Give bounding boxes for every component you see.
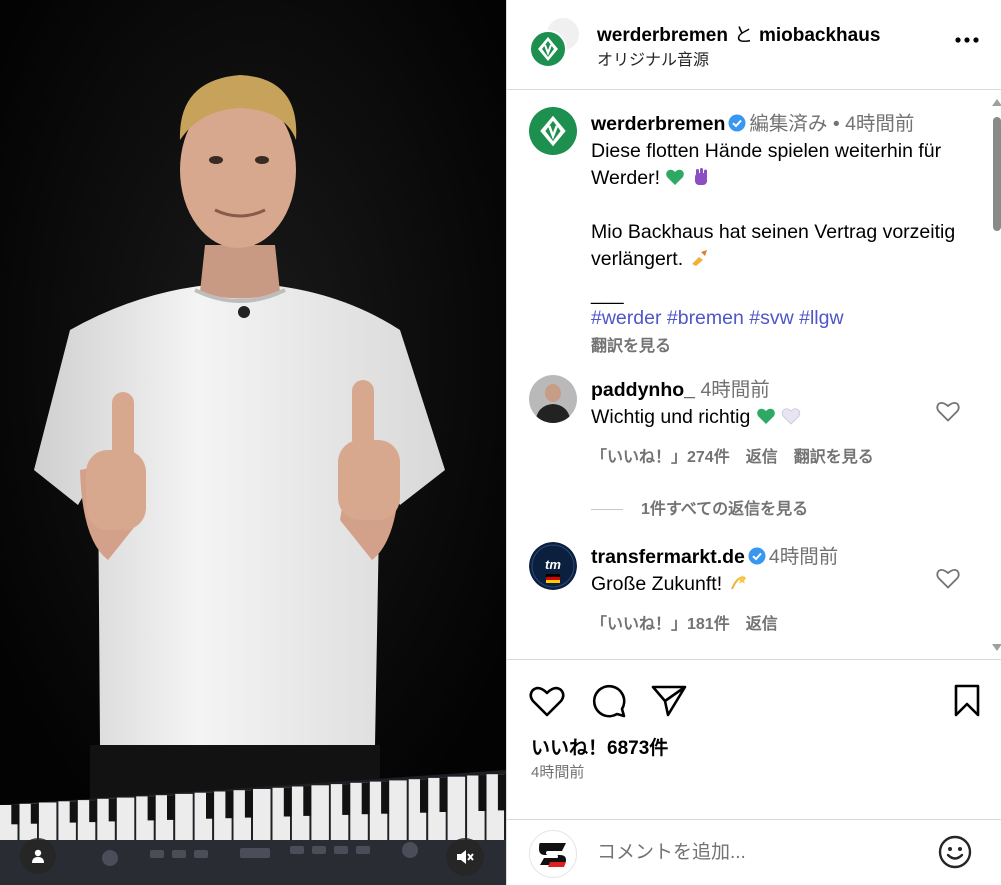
save-button[interactable] xyxy=(947,682,987,720)
piano-white-key xyxy=(447,776,466,840)
piano-white-key xyxy=(116,797,135,840)
avatar-photo-paddynho xyxy=(529,375,577,423)
paper-plane-icon xyxy=(651,685,687,717)
more-options-button[interactable] xyxy=(953,26,981,54)
transfermarkt-logo-icon: tm xyxy=(529,542,577,590)
comments-scroll-area[interactable]: werderbremen 編集済み • 4時間前 Diese flotten Hä… xyxy=(507,91,1001,659)
caption-avatar[interactable] xyxy=(529,107,577,155)
audio-link[interactable]: オリジナル音源 xyxy=(597,46,709,70)
view-replies-button[interactable]: 1件すべての返信を見る xyxy=(591,495,808,519)
comment-body: Große Zukunft! xyxy=(591,573,723,595)
caption-separator: ___ xyxy=(591,283,624,305)
speaker-muted-icon xyxy=(457,850,474,864)
caption-username[interactable]: werderbremen xyxy=(591,113,725,135)
avatar-werderbremen[interactable] xyxy=(529,30,567,68)
post-likes-count[interactable]: いいね！6873件 xyxy=(531,733,668,760)
comment-reply-button[interactable]: 返信 xyxy=(746,616,778,633)
caption-hashtags: #werder #bremen #svw #llgw xyxy=(591,305,971,332)
comment-text: paddynho_ 4時間前 Wichtig und richtig xyxy=(591,377,921,431)
header-user-miobackhaus[interactable]: miobackhaus xyxy=(759,25,880,46)
comment-like-heart-icon[interactable] xyxy=(935,399,961,423)
caption-meta-line: werderbremen 編集済み • 4時間前 xyxy=(591,111,971,138)
comment-bubble-icon xyxy=(592,684,626,718)
writing-hand-icon xyxy=(691,250,707,266)
comment-button[interactable] xyxy=(589,682,629,720)
bookmark-icon xyxy=(954,684,980,717)
hashtag-llgw[interactable]: #llgw xyxy=(799,307,843,329)
comment-translate-button[interactable]: 翻訳を見る xyxy=(794,449,874,466)
comment-body: Wichtig und richtig xyxy=(591,406,751,428)
header-user-werderbremen[interactable]: werderbremen xyxy=(597,25,728,46)
green-heart-icon xyxy=(756,408,775,424)
add-comment-bar xyxy=(507,819,1001,885)
like-button[interactable] xyxy=(527,682,567,720)
comment-input[interactable] xyxy=(597,836,927,870)
post-header: werderbremen と miobackhaus オリジナル音源 xyxy=(507,0,1001,90)
comment-time[interactable]: 4時間前 xyxy=(700,379,769,401)
comment-text: transfermarkt.de 4時間前 Große Zukunft! xyxy=(591,544,921,598)
video-frame-image xyxy=(0,0,506,885)
piano-white-key xyxy=(389,780,407,840)
purple-hand-icon xyxy=(694,168,707,185)
comment-actions: 「いいね！」274件 返信 翻訳を見る xyxy=(591,443,890,467)
view-replies-label: 1件すべての返信を見る xyxy=(641,501,809,518)
comment-like-heart-icon[interactable] xyxy=(935,566,961,590)
caption-edited: 編集済み xyxy=(749,113,828,135)
piano-white-key xyxy=(253,789,271,840)
piano-white-key xyxy=(38,802,57,840)
mute-button[interactable] xyxy=(446,838,484,876)
caption-text: werderbremen 編集済み • 4時間前 Diese flotten Hä… xyxy=(591,111,971,360)
reel-video[interactable] xyxy=(0,0,506,885)
comment-reply-button[interactable]: 返信 xyxy=(746,449,778,466)
caption-line-1-text: Diese flotten Hände spielen weiterhin fü… xyxy=(591,140,942,189)
verified-badge-icon xyxy=(728,114,746,132)
smiley-icon xyxy=(938,835,972,869)
current-user-avatar[interactable] xyxy=(529,830,577,878)
comment-username[interactable]: paddynho_ xyxy=(591,379,695,401)
svg-text:tm: tm xyxy=(545,557,561,572)
header-usernames: werderbremen と miobackhaus xyxy=(597,20,880,47)
caption-time[interactable]: 4時間前 xyxy=(845,113,914,135)
werder-logo-icon xyxy=(538,37,558,61)
white-heart-icon xyxy=(781,408,801,425)
hashtag-bremen[interactable]: #bremen xyxy=(667,307,744,329)
caption-dot: • xyxy=(832,113,840,135)
replies-divider xyxy=(591,509,623,511)
tagged-users-button[interactable] xyxy=(20,838,56,874)
piano-white-key xyxy=(311,785,329,840)
post-actions: いいね！6873件 4時間前 xyxy=(507,659,1001,819)
share-button[interactable] xyxy=(649,682,689,720)
comment-actions: 「いいね！」181件 返信 xyxy=(591,610,794,634)
comment-time[interactable]: 4時間前 xyxy=(769,546,838,568)
hashtag-werder[interactable]: #werder xyxy=(591,307,661,329)
green-heart-icon xyxy=(666,169,685,185)
caption-line-2: Mio Backhaus hat seinen Vertrag vorzeiti… xyxy=(591,219,971,273)
more-dots-icon xyxy=(955,37,979,43)
post-sidebar: werderbremen と miobackhaus オリジナル音源 werde… xyxy=(506,0,1001,885)
header-conjunction: と xyxy=(733,25,753,46)
comment-username[interactable]: transfermarkt.de xyxy=(591,546,745,568)
emoji-picker-button[interactable] xyxy=(935,832,975,872)
piano-white-key xyxy=(175,793,193,840)
verified-badge-icon xyxy=(748,547,766,565)
post-timestamp[interactable]: 4時間前 xyxy=(531,761,584,782)
caption-line-2-text: Mio Backhaus hat seinen Vertrag vorzeiti… xyxy=(591,221,956,270)
user-icon xyxy=(32,849,44,863)
profile-logo-icon xyxy=(539,843,566,867)
comment-avatar[interactable] xyxy=(529,375,577,423)
collab-avatars[interactable] xyxy=(529,16,581,70)
dizzy-star-icon xyxy=(730,575,747,590)
comment-likes-count[interactable]: 「いいね！」181件 xyxy=(591,616,730,633)
caption-see-translation[interactable]: 翻訳を見る xyxy=(591,333,671,360)
comment-avatar[interactable]: tm xyxy=(529,542,577,590)
werder-logo-icon xyxy=(540,115,566,147)
caption-line-1: Diese flotten Hände spielen weiterhin fü… xyxy=(591,138,971,192)
comment-likes-count[interactable]: 「いいね！」274件 xyxy=(591,449,730,466)
piano-black-key xyxy=(497,774,506,811)
heart-icon xyxy=(529,686,565,717)
hashtag-svw[interactable]: #svw xyxy=(749,307,793,329)
